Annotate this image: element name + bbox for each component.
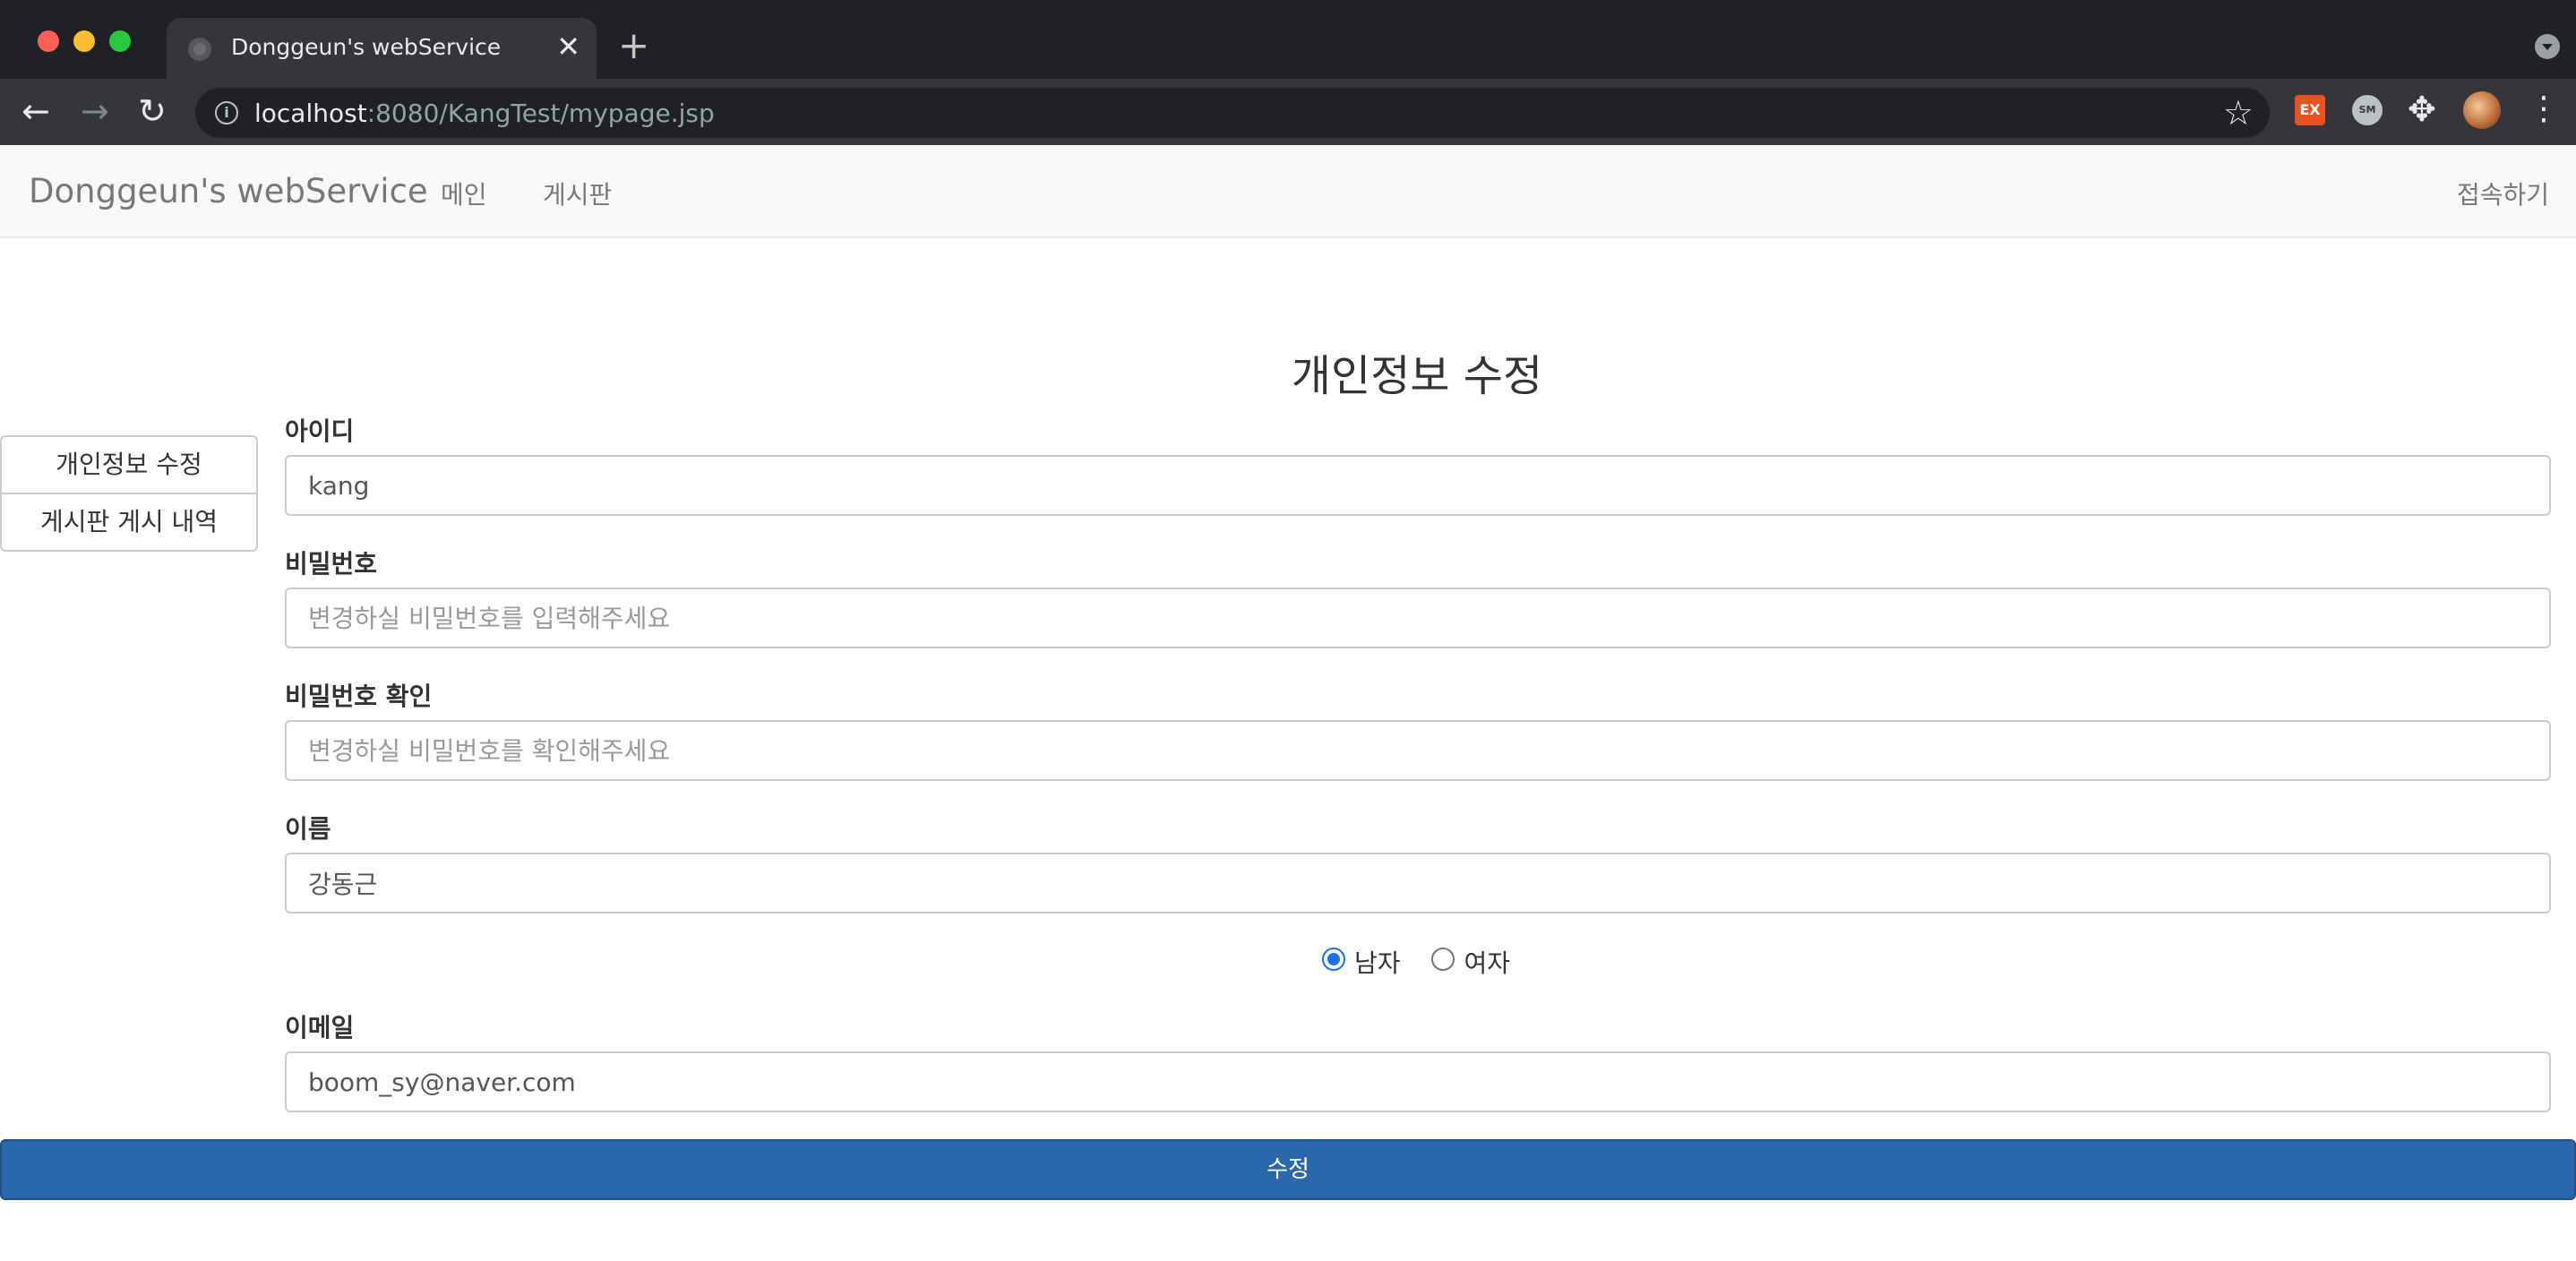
address-bar[interactable]: i localhost:8080/KangTest/mypage.jsp ☆ xyxy=(195,88,2270,138)
gender-female-label[interactable]: 여자 xyxy=(1464,944,1510,980)
name-field[interactable] xyxy=(285,853,2551,914)
password-field[interactable] xyxy=(285,588,2551,648)
globe-icon xyxy=(188,38,211,61)
side-menu-item-profile[interactable]: 개인정보 수정 xyxy=(0,435,258,494)
site-brand[interactable]: Donggeun's webService xyxy=(29,172,428,210)
tab-close-icon[interactable]: ✕ xyxy=(556,30,580,63)
nav-link-main[interactable]: 메인 xyxy=(441,176,487,211)
site-navbar: Donggeun's webService 메인 게시판 접속하기 xyxy=(0,145,2576,238)
page-title: 개인정보 수정 xyxy=(1291,351,1543,401)
reload-icon[interactable]: ↻ xyxy=(138,91,167,131)
nav-link-connect[interactable]: 접속하기 xyxy=(2457,176,2549,211)
side-menu: 개인정보 수정 게시판 게시 내역 xyxy=(0,435,258,552)
gender-female-radio[interactable] xyxy=(1431,948,1455,971)
tab-search-chevron-icon[interactable] xyxy=(2535,34,2560,59)
gender-radio-group: 남자 여자 xyxy=(1322,944,1533,980)
password-confirm-label: 비밀번호 확인 xyxy=(285,682,433,711)
bookmark-star-icon[interactable]: ☆ xyxy=(2223,93,2254,133)
browser-tab[interactable]: Donggeun's webService ✕ xyxy=(167,18,597,79)
profile-avatar[interactable] xyxy=(2463,91,2501,129)
side-menu-item-board-history[interactable]: 게시판 게시 내역 xyxy=(0,493,258,552)
extension-ex-icon[interactable]: EX xyxy=(2295,95,2325,125)
nav-link-board[interactable]: 게시판 xyxy=(543,176,612,211)
minimize-window-button[interactable] xyxy=(73,30,95,52)
submit-button[interactable]: 수정 xyxy=(0,1139,2576,1200)
email-field[interactable] xyxy=(285,1051,2551,1112)
password-label: 비밀번호 xyxy=(285,549,378,579)
gender-male-label[interactable]: 남자 xyxy=(1354,944,1401,980)
close-window-button[interactable] xyxy=(38,30,59,52)
gender-male-radio[interactable] xyxy=(1322,948,1345,971)
url-text[interactable]: localhost:8080/KangTest/mypage.jsp xyxy=(254,99,715,128)
back-arrow-icon[interactable]: ← xyxy=(21,91,50,131)
maximize-window-button[interactable] xyxy=(109,30,131,52)
forward-arrow-icon[interactable]: → xyxy=(81,91,109,131)
browser-menu-icon[interactable]: ⋮ xyxy=(2528,90,2560,129)
name-label: 이름 xyxy=(285,814,331,844)
email-label: 이메일 xyxy=(285,1013,355,1042)
id-field[interactable] xyxy=(285,455,2551,516)
extension-sm-icon[interactable]: SM xyxy=(2352,95,2383,125)
password-confirm-field[interactable] xyxy=(285,720,2551,781)
id-label: 아이디 xyxy=(285,416,355,446)
browser-toolbar: ← → ↻ i localhost:8080/KangTest/mypage.j… xyxy=(0,79,2576,145)
browser-tab-bar: Donggeun's webService ✕ + xyxy=(0,0,2576,79)
new-tab-button[interactable]: + xyxy=(618,27,649,64)
extensions-puzzle-icon[interactable]: ✥ xyxy=(2408,90,2436,129)
tab-title: Donggeun's webService xyxy=(231,34,502,60)
info-icon[interactable]: i xyxy=(215,101,238,124)
